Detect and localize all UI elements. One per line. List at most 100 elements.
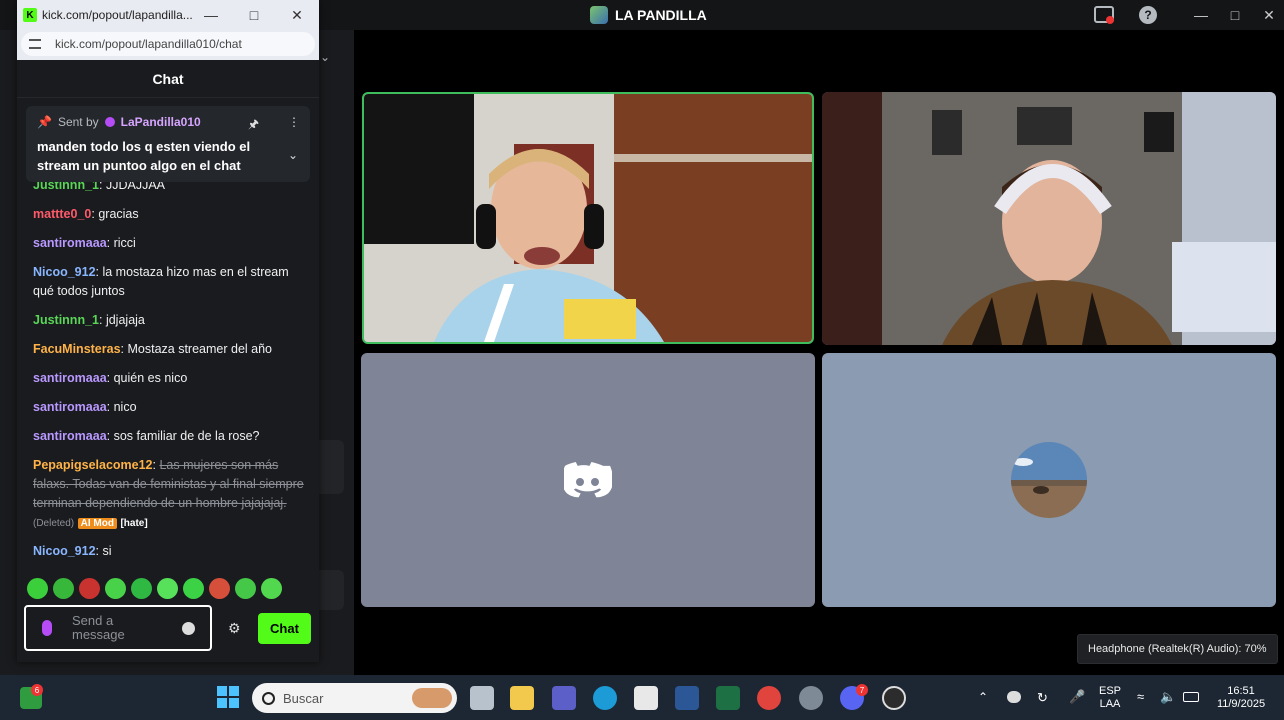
emote-icon[interactable] xyxy=(209,578,230,599)
settings-icon[interactable] xyxy=(799,686,823,710)
video-tile-no-camera[interactable] xyxy=(361,353,815,607)
chat-text: sos familiar de de la rose? xyxy=(113,429,260,443)
maximize-button[interactable]: □ xyxy=(242,4,266,26)
video-tile-no-camera[interactable] xyxy=(822,353,1276,607)
chat-username[interactable]: Nicoo_912 xyxy=(33,265,96,279)
more-options-icon[interactable]: ⋮ xyxy=(288,115,300,129)
chat-username[interactable]: santiromaaa xyxy=(33,400,107,414)
kick-chat-window: K kick.com/popout/lapandilla... — □ ✕ ki… xyxy=(17,0,319,662)
emote-icon[interactable] xyxy=(183,578,204,599)
chat-input-placeholder[interactable]: Send a message xyxy=(72,614,152,642)
app-icon[interactable] xyxy=(882,686,906,710)
store-icon[interactable] xyxy=(634,686,658,710)
deleted-tag: (Deleted) xyxy=(33,518,75,529)
emoji-icon[interactable] xyxy=(182,622,195,635)
language-indicator[interactable]: ESP LAA xyxy=(1096,685,1124,711)
chat-username[interactable]: FacuMinsteras xyxy=(33,342,121,356)
pin-icon: 📌 xyxy=(37,115,52,129)
chevron-up-icon[interactable]: ⌃ xyxy=(978,690,988,704)
chat-message: FacuMinsteras: Mostaza streamer del año xyxy=(33,342,272,356)
chat-username[interactable]: Justinnn_1 xyxy=(33,313,99,327)
chat-username[interactable]: mattte0_0 xyxy=(33,207,91,221)
battery-icon[interactable] xyxy=(1183,692,1199,702)
ai-mod-badge: AI Mod xyxy=(77,518,117,529)
pinned-username[interactable]: LaPandilla010 xyxy=(121,115,201,129)
chat-message-list[interactable]: Justinnn_1: JJDAJJAA mattte0_0: gracias … xyxy=(17,180,319,570)
chat-text: Mostaza streamer del año xyxy=(127,342,272,356)
teams-icon[interactable] xyxy=(552,686,576,710)
search-highlight-image xyxy=(412,688,452,708)
webcam-feed-image xyxy=(364,94,812,342)
emote-icon[interactable] xyxy=(157,578,178,599)
server-title-text: LA PANDILLA xyxy=(615,7,707,23)
windows-start-icon[interactable] xyxy=(216,685,240,709)
volume-icon[interactable]: 🔈 xyxy=(1160,689,1176,705)
chat-message: Nicoo_912: la mostaza hizo mas en el str… xyxy=(33,265,289,298)
keyboard-layout: LAA xyxy=(1099,698,1121,710)
video-tile[interactable] xyxy=(822,92,1276,345)
word-icon[interactable] xyxy=(675,686,699,710)
pinned-message[interactable]: 📌 Sent by LaPandilla010 manden todo los … xyxy=(26,106,310,182)
address-bar[interactable]: kick.com/popout/lapandilla010/chat xyxy=(17,30,319,60)
user-badge-icon xyxy=(104,117,115,127)
kick-logo-icon: K xyxy=(23,8,37,22)
emote-icon[interactable] xyxy=(79,578,100,599)
edge-icon[interactable] xyxy=(593,686,617,710)
site-settings-icon[interactable] xyxy=(29,39,41,49)
send-chat-button[interactable]: Chat xyxy=(258,613,311,644)
language-code: ESP xyxy=(1098,685,1121,697)
wifi-icon[interactable]: ≈ xyxy=(1137,689,1144,704)
chat-input-field[interactable]: Send a message xyxy=(24,605,212,651)
weather-icon[interactable] xyxy=(1007,691,1021,703)
user-avatar xyxy=(1011,442,1087,518)
close-button[interactable]: ✕ xyxy=(285,4,309,26)
search-icon xyxy=(262,691,275,705)
chat-username[interactable]: Nicoo_912 xyxy=(33,544,96,558)
emote-icon[interactable] xyxy=(261,578,282,599)
chat-username[interactable]: santiromaaa xyxy=(33,371,107,385)
chat-username[interactable]: Pepapigselacome12 xyxy=(33,458,153,472)
gear-icon[interactable]: ⚙ xyxy=(228,620,241,637)
excel-icon[interactable] xyxy=(716,686,740,710)
chat-message: mattte0_0: gracias xyxy=(33,207,139,221)
emote-icon[interactable] xyxy=(131,578,152,599)
emote-icon[interactable] xyxy=(105,578,126,599)
chat-text: nico xyxy=(113,400,137,414)
emote-icon[interactable] xyxy=(53,578,74,599)
maximize-button[interactable]: □ xyxy=(1220,3,1250,27)
clock-date: 11/9/2025 xyxy=(1216,698,1266,710)
chat-message: Nicoo_912: si xyxy=(33,544,112,558)
audio-device-tooltip: Headphone (Realtek(R) Audio): 70% xyxy=(1077,634,1278,664)
chat-username[interactable]: santiromaaa xyxy=(33,236,107,250)
microphone-icon[interactable]: 🎤 xyxy=(1069,689,1085,705)
unpin-icon[interactable]: 🖈 xyxy=(248,115,259,136)
kick-window-title: kick.com/popout/lapandilla... xyxy=(42,8,193,22)
emote-icon[interactable] xyxy=(27,578,48,599)
url-text[interactable]: kick.com/popout/lapandilla010/chat xyxy=(55,37,242,51)
emote-icon[interactable] xyxy=(235,578,256,599)
sync-icon[interactable]: ↻ xyxy=(1037,690,1048,706)
chevron-down-icon[interactable]: ⌄ xyxy=(288,148,298,162)
inbox-icon[interactable] xyxy=(1094,5,1114,25)
chat-message: Justinnn_1: JJDAJJAA xyxy=(33,180,165,192)
clock[interactable]: 16:51 11/9/2025 xyxy=(1208,685,1274,711)
chat-header: Chat xyxy=(17,60,319,98)
chevron-down-icon[interactable]: ⌄ xyxy=(320,50,330,64)
chat-username[interactable]: santiromaaa xyxy=(33,429,107,443)
chat-message: santiromaaa: ricci xyxy=(33,236,136,250)
file-explorer-icon[interactable] xyxy=(510,686,534,710)
video-tile-speaking[interactable] xyxy=(362,92,814,344)
notification-badge: 7 xyxy=(856,684,868,696)
minimize-button[interactable]: — xyxy=(1186,3,1216,27)
search-label: Buscar xyxy=(283,690,324,706)
minimize-button[interactable]: — xyxy=(199,4,223,26)
taskbar-search[interactable]: Buscar xyxy=(252,683,457,713)
chat-text: jdjajaja xyxy=(105,313,145,327)
help-icon[interactable]: ? xyxy=(1139,6,1157,24)
close-button[interactable]: ✕ xyxy=(1254,3,1284,27)
chat-text: ricci xyxy=(113,236,136,250)
chrome-icon[interactable] xyxy=(757,686,781,710)
hate-tag: [hate] xyxy=(120,518,148,529)
clock-time: 16:51 xyxy=(1227,685,1255,697)
task-view-icon[interactable] xyxy=(470,686,494,710)
